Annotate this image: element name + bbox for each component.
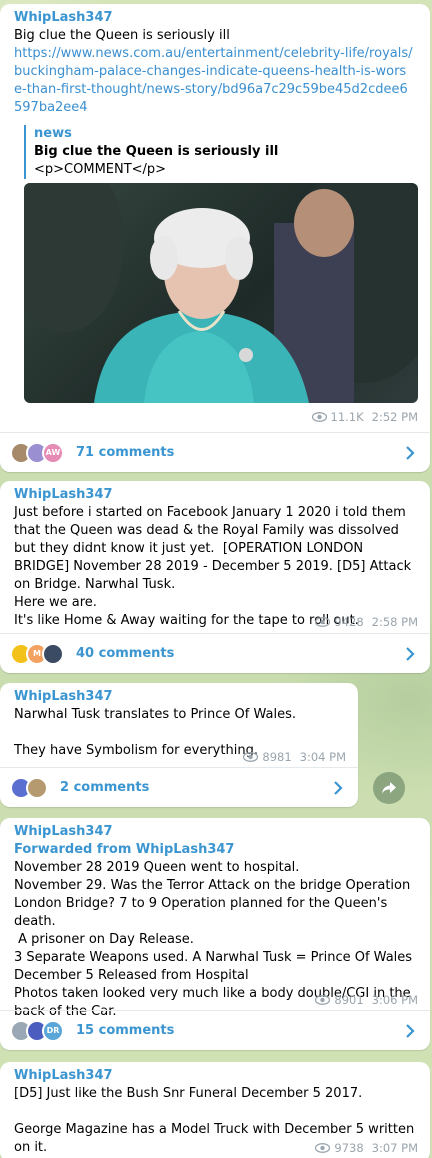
- avatar: [42, 642, 64, 665]
- link-preview[interactable]: news Big clue the Queen is seriously ill…: [24, 125, 416, 179]
- message-author[interactable]: WhipLash347: [0, 4, 430, 27]
- chevron-right-icon: [334, 780, 343, 795]
- message-text: Just before i started on Facebook Januar…: [14, 505, 412, 628]
- comments-button[interactable]: 2 comments: [0, 767, 358, 807]
- comments-count[interactable]: 2 comments: [60, 779, 332, 797]
- commenter-avatars: M: [10, 642, 64, 665]
- message-1: WhipLash347 Big clue the Queen is seriou…: [0, 4, 430, 472]
- chevron-right-icon: [406, 445, 415, 460]
- message-2: WhipLash347 Just before i started on Fac…: [0, 481, 430, 673]
- message-time: 3:04 PM: [299, 750, 346, 764]
- comments-count[interactable]: 40 comments: [76, 645, 404, 663]
- message-3: WhipLash347 Narwhal Tusk translates to P…: [0, 683, 358, 807]
- article-link[interactable]: https://www.news.com.au/entertainment/ce…: [0, 45, 430, 117]
- view-count: 9738: [334, 1141, 364, 1155]
- avatar: [26, 776, 48, 799]
- message-meta: 11.1K 2:52 PM: [311, 408, 418, 426]
- eye-icon: [311, 412, 327, 422]
- message-time: 3:06 PM: [371, 993, 418, 1007]
- message-author[interactable]: WhipLash347: [0, 1062, 430, 1085]
- comments-count[interactable]: 71 comments: [76, 444, 404, 462]
- view-count: 8901: [334, 993, 364, 1007]
- eye-icon: [243, 752, 259, 762]
- commenter-avatars: [10, 776, 48, 799]
- view-count: 11.1K: [330, 410, 364, 424]
- comments-button[interactable]: AW 71 comments: [0, 432, 430, 472]
- message-time: 2:58 PM: [371, 615, 418, 629]
- view-count: 9428: [334, 615, 364, 629]
- message-author[interactable]: WhipLash347: [0, 818, 430, 841]
- forwarded-label[interactable]: Forwarded from WhipLash347: [0, 841, 430, 859]
- message-author[interactable]: WhipLash347: [0, 481, 430, 504]
- share-button[interactable]: [373, 772, 405, 804]
- preview-image[interactable]: [24, 183, 418, 403]
- message-5: WhipLash347 [D5] Just like the Bush Snr …: [0, 1062, 430, 1158]
- eye-icon: [315, 617, 331, 627]
- message-time: 2:52 PM: [371, 410, 418, 424]
- message-meta: 8901 3:06 PM: [315, 991, 418, 1009]
- eye-icon: [315, 995, 331, 1005]
- message-text: Big clue the Queen is seriously ill: [14, 28, 230, 43]
- message-meta: 9428 2:58 PM: [315, 613, 418, 631]
- view-count: 8981: [262, 750, 292, 764]
- commenter-avatars: DR: [10, 1019, 64, 1042]
- chevron-right-icon: [406, 646, 415, 661]
- comments-button[interactable]: M 40 comments: [0, 633, 430, 673]
- preview-title: Big clue the Queen is seriously ill: [34, 144, 279, 159]
- avatar: AW: [42, 441, 64, 464]
- avatar: DR: [42, 1019, 64, 1042]
- share-arrow-icon: [382, 782, 396, 794]
- chevron-right-icon: [406, 1023, 415, 1038]
- message-meta: 9738 3:07 PM: [315, 1139, 418, 1157]
- eye-icon: [315, 1143, 331, 1153]
- queen-photo-illustration: [24, 183, 418, 403]
- message-author[interactable]: WhipLash347: [0, 683, 358, 706]
- commenter-avatars: AW: [10, 441, 64, 464]
- comments-count[interactable]: 15 comments: [76, 1022, 404, 1040]
- message-4: WhipLash347 Forwarded from WhipLash347 N…: [0, 818, 430, 1050]
- message-meta: 8981 3:04 PM: [243, 748, 346, 766]
- comments-button[interactable]: DR 15 comments: [0, 1010, 430, 1050]
- message-time: 3:07 PM: [371, 1141, 418, 1155]
- preview-site-name: news: [34, 126, 72, 141]
- preview-body: <p>COMMENT</p>: [34, 162, 167, 177]
